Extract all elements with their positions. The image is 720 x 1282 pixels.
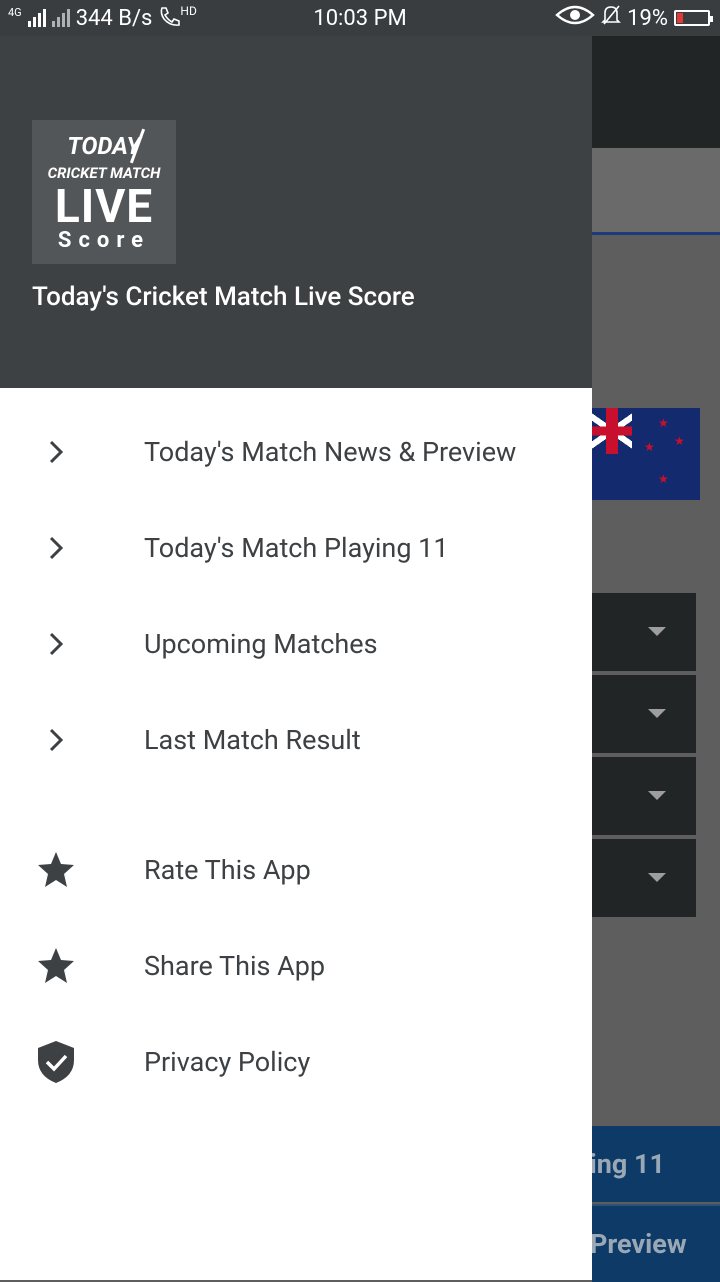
star-icon: [36, 852, 76, 888]
network-speed: 344 B/s: [75, 5, 153, 31]
signal-2-icon: [51, 9, 70, 27]
background-dropdown: [592, 757, 696, 835]
chevron-right-icon: [36, 626, 76, 662]
menu-item-last-match-result[interactable]: Last Match Result: [0, 692, 592, 788]
app-title: Today's Cricket Match Live Score: [32, 282, 415, 312]
background-dropdown: [592, 839, 696, 917]
flag-icon: ★ ★ ★ ★: [592, 408, 700, 500]
caret-down-icon: [648, 791, 666, 800]
menu-item-rate-app[interactable]: Rate This App: [0, 822, 592, 918]
background-button-playing11: ying 11: [592, 1126, 720, 1202]
status-bar: 4G 344 B/s HD 10:03 PM 19%: [0, 0, 720, 36]
star-icon: [36, 948, 76, 984]
menu-item-share-app[interactable]: Share This App: [0, 918, 592, 1014]
chevron-right-icon: [36, 530, 76, 566]
battery-icon: [674, 10, 713, 26]
chevron-right-icon: [36, 434, 76, 470]
navigation-drawer: TODAY CRICKET MATCH LIVE Score Today's C…: [0, 36, 592, 1280]
background-button-preview: Preview: [592, 1204, 720, 1282]
bell-muted-icon: [601, 4, 622, 32]
drawer-header: TODAY CRICKET MATCH LIVE Score Today's C…: [0, 36, 592, 388]
network-type: 4G: [8, 5, 22, 19]
menu-item-playing-11[interactable]: Today's Match Playing 11: [0, 500, 592, 596]
eye-icon: [555, 5, 595, 31]
caret-down-icon: [648, 873, 666, 882]
caret-down-icon: [648, 709, 666, 718]
call-hd-icon: [158, 5, 182, 31]
menu-item-news-preview[interactable]: Today's Match News & Preview: [0, 404, 592, 500]
menu-item-upcoming-matches[interactable]: Upcoming Matches: [0, 596, 592, 692]
hd-badge: HD: [180, 4, 197, 18]
background-dropdown: [592, 675, 696, 753]
background-toolbar: [592, 36, 720, 148]
shield-check-icon: [36, 1040, 76, 1083]
battery-percent: 19%: [627, 5, 668, 31]
background-tabs: [592, 148, 720, 235]
menu-item-privacy-policy[interactable]: Privacy Policy: [0, 1014, 592, 1110]
background-dropdown: [592, 593, 696, 671]
app-logo: TODAY CRICKET MATCH LIVE Score: [32, 120, 176, 264]
signal-icon: [27, 9, 46, 27]
caret-down-icon: [648, 627, 666, 636]
chevron-right-icon: [36, 722, 76, 758]
